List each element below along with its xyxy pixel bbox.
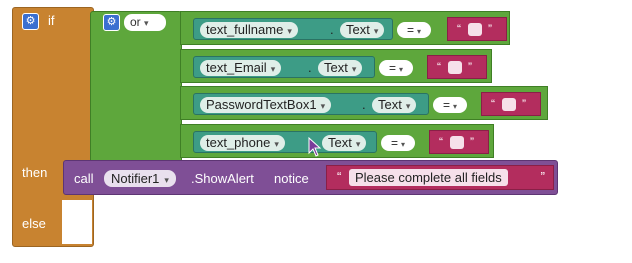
property-dropdown[interactable]: Text ▾ [340,22,385,38]
message-string-block[interactable]: “ Please complete all fields ” [326,165,554,190]
empty-string-block[interactable]: “” [429,130,489,154]
blocks-workspace[interactable]: ⚙ if then else ⚙ or ▾ text_fullname ▾ . T… [0,0,632,263]
equals-operator-dropdown[interactable]: = ▾ [381,135,415,151]
if-keyword: if [48,13,55,28]
mouse-pointer-icon [308,137,322,157]
component-dropdown[interactable]: text_fullname ▾ [200,22,298,38]
empty-string-block[interactable]: “” [447,17,507,41]
equals-operator-dropdown[interactable]: = ▾ [433,97,467,113]
component-dropdown[interactable]: text_phone ▾ [200,135,285,151]
equals-operator-dropdown[interactable]: = ▾ [397,22,431,38]
dot-separator: . [308,60,312,75]
method-name: .ShowAlert [191,171,254,186]
notifier-component-dropdown[interactable]: Notifier1 ▾ [104,170,176,187]
message-string-value[interactable]: Please complete all fields [349,169,508,186]
else-slot [62,200,92,244]
param-label-notice: notice [274,171,309,186]
empty-string-value[interactable] [448,61,462,74]
component-dropdown[interactable]: PasswordTextBox1 ▾ [200,97,332,113]
component-dropdown[interactable]: text_Email ▾ [200,60,282,76]
empty-string-value[interactable] [502,98,516,111]
empty-string-block[interactable]: “” [481,92,541,116]
component-getter-email[interactable]: text_Email ▾ . Text ▾ [193,56,375,78]
call-showalert-block[interactable]: call Notifier1 ▾ .ShowAlert notice “ Plea… [63,160,558,195]
call-keyword: call [74,171,94,186]
compare-block-fullname[interactable]: text_fullname ▾ . Text ▾ = ▾ “” [180,11,510,45]
dot-separator: . [330,22,334,37]
component-getter-fullname[interactable]: text_fullname ▾ . Text ▾ [193,18,393,40]
or-mutator-gear-icon[interactable]: ⚙ [103,14,120,31]
then-keyword: then [22,165,48,180]
empty-string-value[interactable] [468,23,482,36]
empty-string-value[interactable] [450,136,464,149]
property-dropdown[interactable]: Text ▾ [318,60,363,76]
if-mutator-gear-icon[interactable]: ⚙ [22,13,39,30]
empty-string-block[interactable]: “” [427,55,487,79]
or-operator-dropdown[interactable]: or ▾ [124,14,166,31]
equals-operator-dropdown[interactable]: = ▾ [379,60,413,76]
compare-block-password[interactable]: PasswordTextBox1 ▾ . Text ▾ = ▾ “” [180,86,548,120]
compare-block-email[interactable]: text_Email ▾ . Text ▾ = ▾ “” [180,49,492,83]
or-logic-block[interactable] [90,11,182,163]
component-getter-phone[interactable]: text_phone▾ . Text▾ [193,131,377,153]
component-getter-password[interactable]: PasswordTextBox1 ▾ . Text ▾ [193,93,429,115]
property-dropdown[interactable]: Text ▾ [322,135,367,151]
compare-block-phone[interactable]: text_phone▾ . Text▾ =▾ “” [180,124,494,158]
else-keyword: else [22,216,46,231]
dot-separator: . [362,97,366,112]
property-dropdown[interactable]: Text ▾ [372,97,417,113]
